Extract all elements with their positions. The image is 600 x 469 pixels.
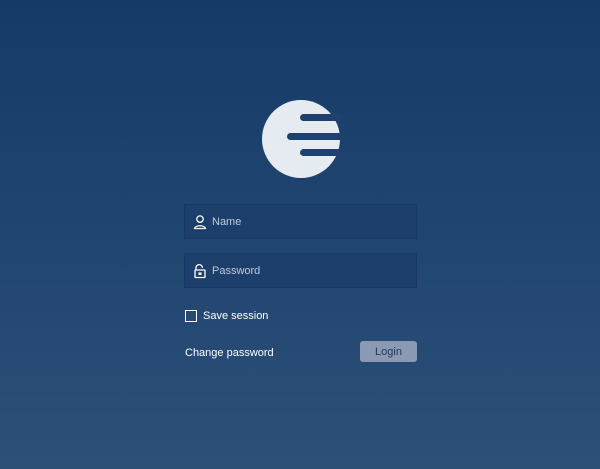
change-password-link[interactable]: Change password (185, 346, 274, 360)
name-field[interactable] (184, 204, 417, 239)
name-input[interactable] (212, 205, 412, 238)
lock-icon (194, 264, 206, 279)
login-button[interactable]: Login (360, 341, 417, 362)
user-icon (193, 215, 207, 230)
brand-logo-icon (262, 100, 341, 178)
checkbox-box[interactable] (185, 310, 197, 322)
password-field[interactable] (184, 253, 417, 288)
save-session-label: Save session (203, 310, 269, 322)
password-input[interactable] (212, 254, 412, 287)
save-session-checkbox[interactable]: Save session (185, 309, 268, 323)
